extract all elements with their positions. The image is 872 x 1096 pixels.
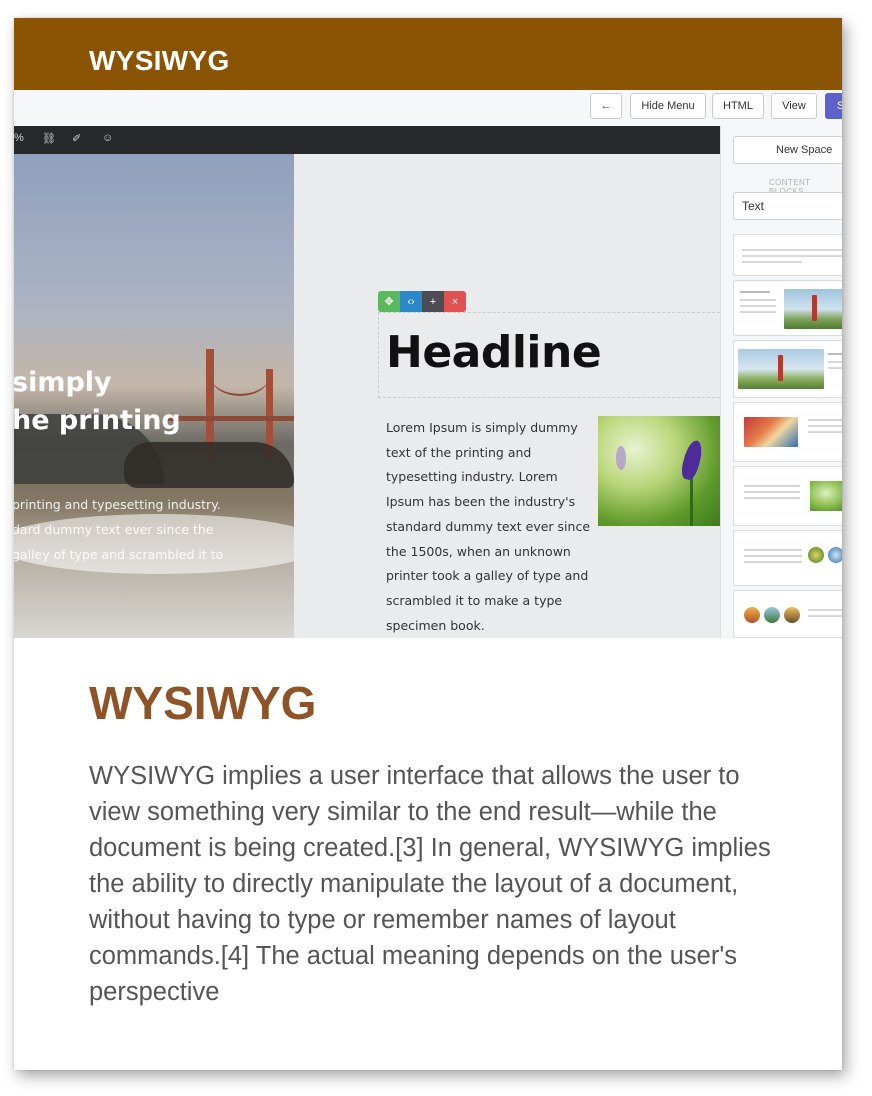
formatting-bar: % ⛓ ✐ ☺ [14,126,720,154]
hero-text-line: dard dummy text ever since the [14,522,214,537]
hide-menu-button[interactable]: Hide Menu [630,93,706,119]
editor-toolbar: ← Hide Menu HTML View S [14,90,842,127]
block-thumbnail[interactable] [733,466,842,526]
header-title: WYSIWYG [89,45,230,76]
view-button[interactable]: View [771,93,817,119]
block-thumbnail[interactable] [733,280,842,336]
editor-canvas: simply he printing printing and typesett… [14,154,720,638]
block-thumbnail[interactable] [733,402,842,462]
hero-text-line: printing and typesetting industry. [14,497,221,512]
article-card: WYSIWYG ← Hide Menu HTML View S % ⛓ ✐ ☺ [14,18,842,1070]
hero-text-line: galley of type and scrambled it to [14,547,224,562]
block-thumbnail[interactable] [733,340,842,398]
block-thumbnail[interactable] [733,530,842,586]
unlink-icon[interactable]: ⛓ [42,132,56,145]
blocks-sidebar: New Space CONTENT BLOCKS Text [720,126,842,638]
flower-petal [679,438,705,482]
block-paragraph[interactable]: Lorem Ipsum is simply dummy text of the … [386,416,591,638]
back-button[interactable]: ← [590,93,622,119]
link-icon[interactable]: % [14,132,24,144]
hero-heading[interactable]: simply he printing [14,364,181,440]
block-type-select[interactable]: Text [733,192,842,220]
bridge-deck [164,416,294,421]
new-space-button[interactable]: New Space [733,136,842,164]
eraser-icon[interactable]: ✐ [72,132,81,145]
article-title: WYSIWYG [89,677,317,729]
hero-text[interactable]: printing and typesetting industry. dard … [14,492,223,567]
article-body: WYSIWYG implies a user interface that al… [89,762,771,1006]
hero-rocks [124,442,294,488]
hero-heading-line: simply [14,367,112,398]
code-block-icon[interactable]: ‹› [400,291,422,312]
delete-block-icon[interactable]: × [444,291,466,312]
flower-image[interactable] [598,416,720,526]
editor-screenshot: ← Hide Menu HTML View S % ⛓ ✐ ☺ simply h… [14,90,842,638]
add-block-icon[interactable]: + [422,291,444,312]
block-thumbnail[interactable] [733,590,842,638]
header-bar: WYSIWYG [14,18,842,90]
save-button[interactable]: S [825,93,842,119]
block-thumbnail[interactable] [733,234,842,276]
emoji-icon[interactable]: ☺ [102,132,113,144]
hero-image: simply he printing printing and typesett… [14,154,294,638]
move-block-icon[interactable]: ✥ [378,291,400,312]
html-button[interactable]: HTML [712,93,764,119]
flower-stem [690,476,693,526]
hero-heading-line: he printing [14,405,181,436]
flower-petal [616,446,626,470]
bridge-cable [210,354,270,396]
block-headline[interactable]: Headline [386,327,602,378]
